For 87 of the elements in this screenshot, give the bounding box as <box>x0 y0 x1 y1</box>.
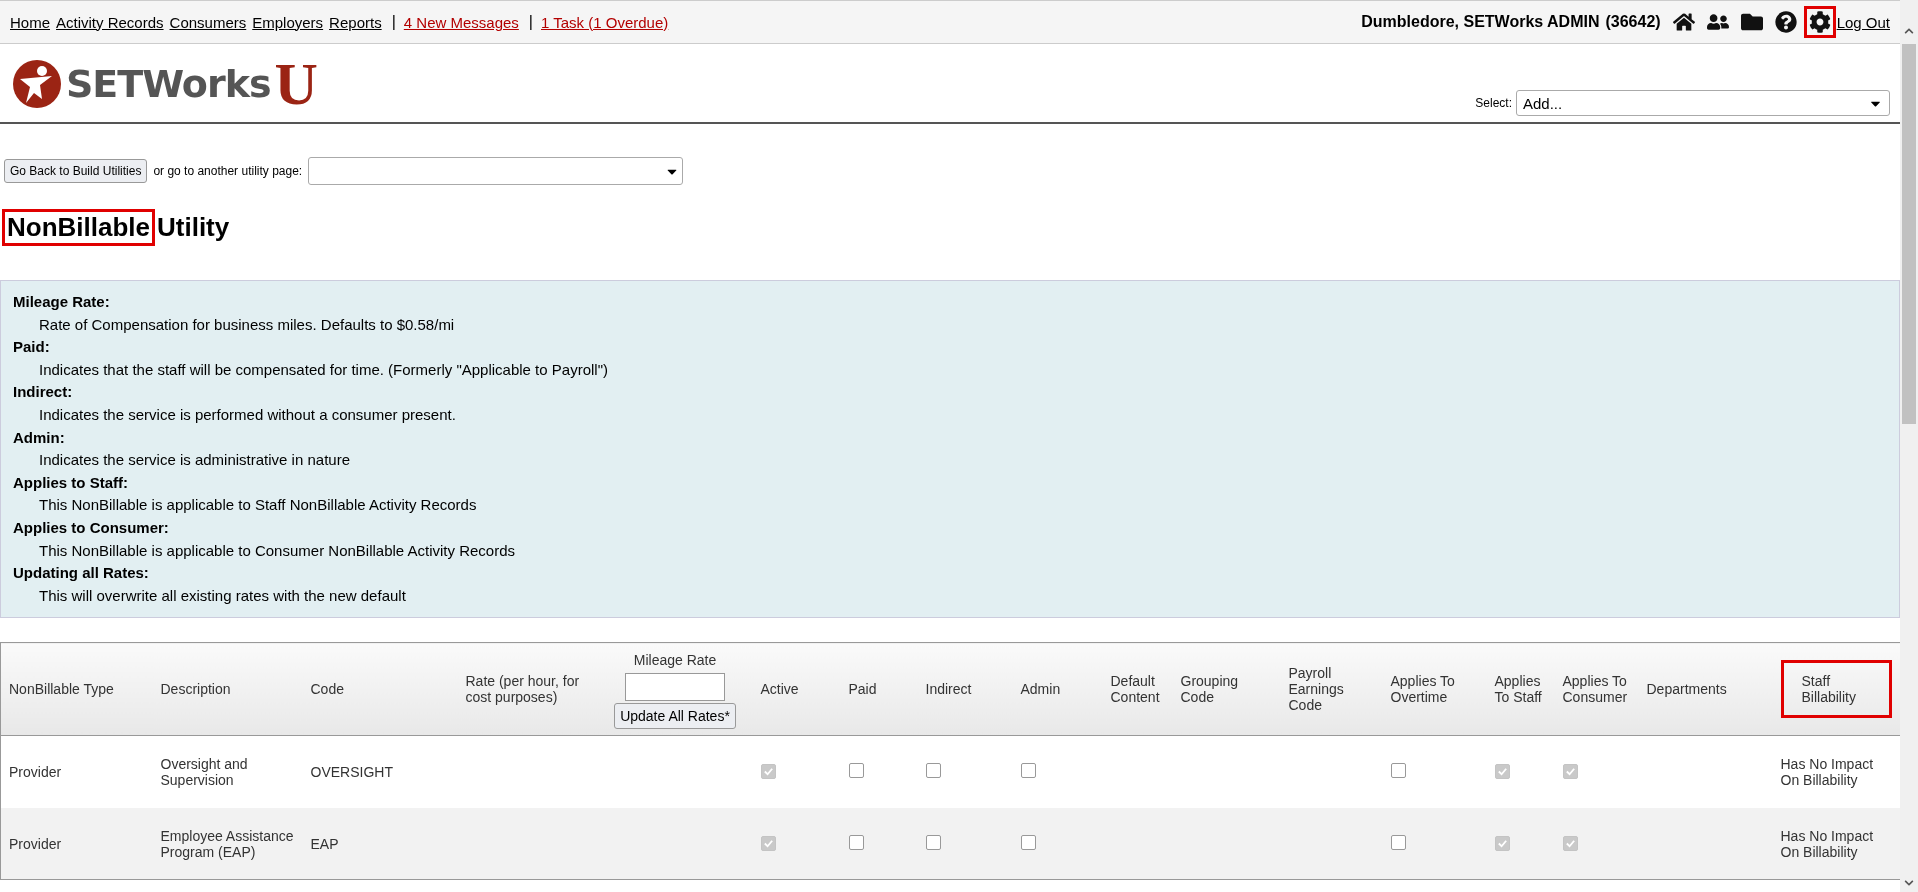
title-word: Utility <box>157 212 230 243</box>
column-header: Staff Billability <box>1780 660 1892 719</box>
check-icon <box>1564 837 1576 849</box>
definition-term: Admin: <box>13 427 66 448</box>
nav-separator: | <box>528 13 533 31</box>
table-cell: Has No Impact On Billability <box>1780 756 1874 789</box>
definition-text: Indicates the service is performed without a consumer present. <box>38 404 457 425</box>
column-header: Admin <box>1020 681 1061 698</box>
logo-icon <box>12 59 62 109</box>
column-header: Grouping Code <box>1180 673 1240 706</box>
column-header: NonBillable Type <box>9 681 114 698</box>
column-header: Active <box>760 681 799 698</box>
checkbox[interactable] <box>1020 834 1036 850</box>
user-id: (36642) <box>1605 13 1661 31</box>
checkbox[interactable] <box>925 834 941 850</box>
table-cell: Employee Assistance Program (EAP) <box>160 827 294 860</box>
check-icon <box>1496 766 1508 778</box>
check-icon <box>1564 766 1576 778</box>
definition-term: Paid: <box>13 337 51 358</box>
column-header: Description <box>160 681 231 698</box>
definition-text: Indicates that the staff will be compensated for time. (Formerly "Applicable to Payroll") <box>38 359 609 380</box>
mileage-rate-input[interactable] <box>625 673 725 702</box>
column-header: Indirect <box>925 681 972 698</box>
definition-term: Applies to Consumer: <box>13 517 170 538</box>
settings-icon[interactable] <box>1803 6 1836 38</box>
column-header: Rate (per hour, for cost purposes) <box>465 673 581 706</box>
nav-link[interactable]: Consumers <box>169 13 247 31</box>
column-header: Applies To Staff <box>1494 673 1543 706</box>
checkbox[interactable] <box>1020 763 1036 779</box>
table-cell: Provider <box>9 835 62 852</box>
column-header: Applies To Consumer <box>1562 673 1629 706</box>
definition-text: Indicates the service is administrative in nature <box>38 450 351 471</box>
nav-link[interactable]: Employers <box>252 13 324 31</box>
logo-letter: U <box>274 54 318 114</box>
checkbox[interactable] <box>760 835 776 851</box>
definition-term: Updating all Rates: <box>13 563 150 584</box>
scrollbar[interactable] <box>1900 0 1918 892</box>
definition-term: Mileage Rate: <box>13 292 111 312</box>
utility-page-select[interactable] <box>308 157 684 185</box>
column-header: Applies To Overtime <box>1390 673 1456 706</box>
checkbox[interactable] <box>760 764 776 780</box>
select-label: Select: <box>1475 96 1512 110</box>
user-name: Dumbledore, SETWorks ADMIN <box>1361 13 1600 31</box>
table-cell: Oversight and Supervision <box>160 756 248 789</box>
scroll-down-icon[interactable] <box>1904 878 1914 888</box>
add-select[interactable]: Add... <box>1516 90 1890 116</box>
check-icon <box>762 837 774 849</box>
table-cell: Provider <box>9 764 62 781</box>
column-header: Departments <box>1646 681 1727 698</box>
alert-link[interactable]: 4 New Messages <box>403 13 519 31</box>
table-cell: OVERSIGHT <box>310 764 393 781</box>
column-header: Payroll Earnings Code <box>1288 665 1345 714</box>
checkbox[interactable] <box>848 834 864 850</box>
definition-text: This NonBillable is applicable to Consumer NonBillable Activity Records <box>38 540 517 561</box>
check-icon <box>1496 837 1508 849</box>
column-header: Mileage Rate <box>632 651 718 671</box>
utility-page-label: or go to another utility page: <box>153 164 303 178</box>
definition-text: This will overwrite all existing rates with the new default <box>38 585 407 606</box>
column-header: Code <box>310 681 344 698</box>
definition-text: This NonBillable is applicable to Staff NonBillable Activity Records <box>38 495 478 516</box>
nav-link[interactable]: Home <box>10 13 50 31</box>
table-cell: Has No Impact On Billability <box>1780 827 1874 860</box>
column-header: Default Content <box>1110 673 1161 706</box>
logout-link[interactable]: Log Out <box>1836 13 1890 31</box>
checkbox[interactable] <box>1494 835 1510 851</box>
checkbox[interactable] <box>1562 764 1578 780</box>
table-cell: EAP <box>310 835 339 852</box>
checkbox[interactable] <box>848 763 864 779</box>
alert-link[interactable]: 1 Task (1 Overdue) <box>541 13 669 31</box>
checkbox[interactable] <box>1562 835 1578 851</box>
checkbox[interactable] <box>1390 763 1406 779</box>
title-highlighted-word: NonBillable <box>2 209 155 246</box>
definition-term: Applies to Staff: <box>13 472 129 493</box>
checkbox[interactable] <box>1494 764 1510 780</box>
definition-text: Rate of Compensation for business miles. Defaults to $0.58/mi <box>38 314 456 335</box>
back-button[interactable]: Go Back to Build Utilities <box>4 159 148 183</box>
column-header: Paid <box>848 681 877 698</box>
nav-link[interactable]: Activity Records <box>56 13 164 31</box>
checkbox[interactable] <box>925 763 941 779</box>
nav-link[interactable]: Reports <box>329 13 382 31</box>
definition-term: Indirect: <box>13 382 74 403</box>
update-rates-button[interactable]: Update All Rates* <box>614 703 736 730</box>
logo-text: SETWorks <box>66 62 271 106</box>
scroll-up-icon[interactable] <box>1904 26 1914 36</box>
nav-separator: | <box>391 13 396 31</box>
check-icon <box>762 766 774 778</box>
checkbox[interactable] <box>1390 834 1406 850</box>
